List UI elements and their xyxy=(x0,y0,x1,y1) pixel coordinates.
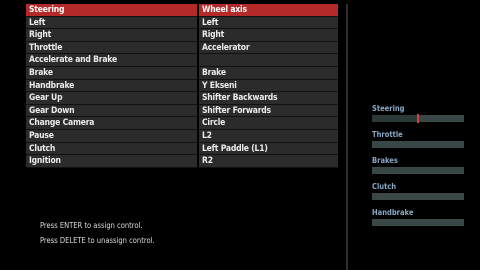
meter-fill xyxy=(372,115,418,122)
control-action: Left xyxy=(26,16,197,30)
control-binding: Wheel axis xyxy=(199,4,338,17)
meter-cursor xyxy=(417,114,419,123)
control-binding: Right xyxy=(199,29,338,42)
control-binding: Y Ekseni xyxy=(199,79,338,93)
control-action: Ignition xyxy=(26,155,197,168)
control-row[interactable]: Gear Down Shifter Forwards xyxy=(26,104,338,118)
control-row[interactable]: Accelerate and Brake xyxy=(26,54,338,67)
control-row[interactable]: Gear Up Shifter Backwards xyxy=(26,92,338,105)
meter-handbrake: Handbrake xyxy=(372,206,466,232)
control-row[interactable]: Throttle Accelerator xyxy=(26,41,338,55)
control-binding: Left xyxy=(199,16,338,30)
control-row[interactable]: Pause L2 xyxy=(26,129,338,143)
instructions: Press ENTER to assign control. Press DEL… xyxy=(40,218,155,248)
control-binding: Shifter Forwards xyxy=(199,104,338,118)
panel-divider xyxy=(346,4,348,270)
control-binding: Left Paddle (L1) xyxy=(199,142,338,156)
unassign-instruction: Press DELETE to unassign control. xyxy=(40,236,155,245)
meter-bar xyxy=(372,141,464,148)
control-action: Gear Up xyxy=(26,92,197,105)
control-action: Right xyxy=(26,29,197,42)
meter-label: Clutch xyxy=(372,182,397,191)
control-row[interactable]: Steering Wheel axis xyxy=(26,4,338,17)
control-action: Gear Down xyxy=(26,104,197,118)
control-binding: Shifter Backwards xyxy=(199,92,338,105)
meter-brakes: Brakes xyxy=(372,154,466,180)
control-row[interactable]: Right Right xyxy=(26,29,338,42)
control-action: Pause xyxy=(26,129,197,143)
input-meters-panel: Steering Throttle Brakes Clutch Handbrake xyxy=(372,102,466,232)
meter-bar xyxy=(372,193,464,200)
control-binding xyxy=(199,54,338,67)
control-binding: R2 xyxy=(199,155,338,168)
meter-bar xyxy=(372,167,464,174)
control-action: Steering xyxy=(26,4,197,17)
meter-bar xyxy=(372,114,464,123)
control-binding: L2 xyxy=(199,129,338,143)
control-binding: Circle xyxy=(199,117,338,130)
control-action: Clutch xyxy=(26,142,197,156)
control-action: Accelerate and Brake xyxy=(26,54,197,67)
control-row[interactable]: Brake Brake xyxy=(26,66,338,80)
meter-label: Steering xyxy=(372,104,405,113)
meter-throttle: Throttle xyxy=(372,128,466,154)
control-row[interactable]: Handbrake Y Ekseni xyxy=(26,79,338,93)
meter-bar xyxy=(372,219,464,226)
meter-steering: Steering xyxy=(372,102,466,128)
control-action: Throttle xyxy=(26,41,197,55)
control-binding: Accelerator xyxy=(199,41,338,55)
control-action: Brake xyxy=(26,66,197,80)
meter-clutch: Clutch xyxy=(372,180,466,206)
control-row[interactable]: Left Left xyxy=(26,16,338,30)
control-row[interactable]: Change Camera Circle xyxy=(26,117,338,130)
meter-label: Throttle xyxy=(372,130,403,139)
meter-label: Handbrake xyxy=(372,208,414,217)
controls-table: Steering Wheel axis Left Left Right Right Thro… xyxy=(26,4,338,168)
meter-label: Brakes xyxy=(372,156,398,165)
control-action: Change Camera xyxy=(26,117,197,130)
assign-instruction: Press ENTER to assign control. xyxy=(40,221,143,230)
control-action: Handbrake xyxy=(26,79,197,93)
control-binding: Brake xyxy=(199,66,338,80)
control-row[interactable]: Ignition R2 xyxy=(26,155,338,168)
control-row[interactable]: Clutch Left Paddle (L1) xyxy=(26,142,338,156)
